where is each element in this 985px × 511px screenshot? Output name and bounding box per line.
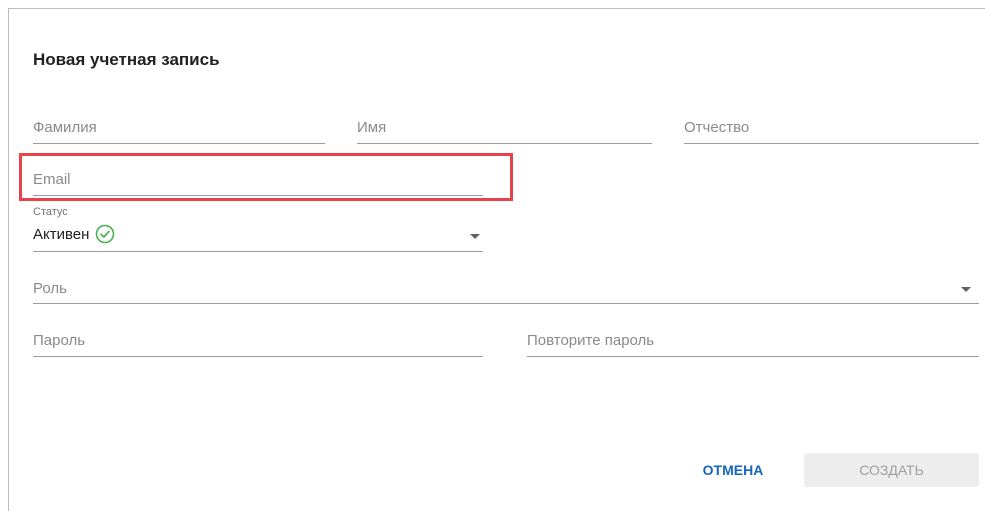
create-button[interactable]: СОЗДАТЬ: [804, 453, 979, 487]
status-value: Активен: [33, 225, 90, 243]
status-value-row: Активен: [33, 224, 115, 244]
middle-name-field: [684, 118, 979, 144]
dropdown-arrow-icon: [961, 287, 971, 292]
status-select[interactable]: Статус Активен: [33, 206, 483, 252]
last-name-input[interactable]: [33, 118, 325, 144]
first-name-input[interactable]: [357, 118, 652, 144]
dialog-title: Новая учетная запись: [33, 50, 220, 69]
role-placeholder: Роль: [33, 280, 67, 297]
password-field: [33, 331, 483, 357]
email-field: [33, 170, 483, 196]
password-input[interactable]: [33, 331, 483, 357]
role-select[interactable]: Роль: [33, 278, 979, 304]
dropdown-arrow-icon: [470, 234, 480, 239]
password-repeat-input[interactable]: [527, 331, 979, 357]
status-label: Статус: [33, 206, 68, 218]
middle-name-input[interactable]: [684, 118, 979, 144]
cancel-button[interactable]: ОТМЕНА: [686, 453, 780, 487]
email-input[interactable]: [33, 170, 483, 196]
last-name-field: [33, 118, 325, 144]
password-repeat-field: [527, 331, 979, 357]
check-circle-icon: [95, 224, 115, 244]
dialog: [8, 8, 985, 511]
first-name-field: [357, 118, 652, 144]
